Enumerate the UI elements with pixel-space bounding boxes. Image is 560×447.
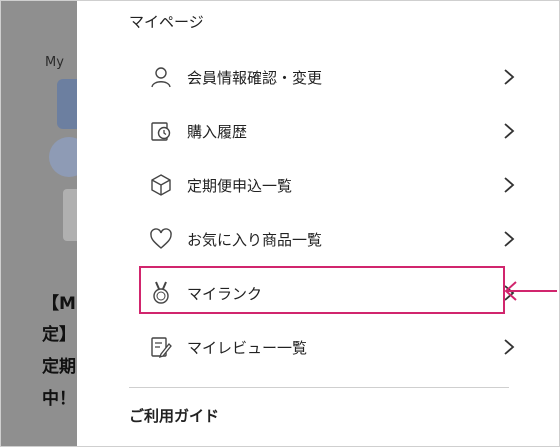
section-title-guide[interactable]: ご利用ガイド [129,405,219,426]
screenshot-frame: My 【M 定】 定期 中！ マイページ 会員情報確認・変更 購入履歴 定期便申… [0,0,560,447]
menu-item-my-reviews[interactable]: マイレビュー一覧 [129,327,519,367]
bg-text-line: 【M [42,294,76,314]
box-icon [151,174,171,196]
user-icon [151,67,171,88]
highlight-box [139,266,505,314]
menu-item-label: 購入履歴 [187,123,248,141]
review-icon [151,337,172,359]
drawer-menu: マイページ 会員情報確認・変更 購入履歴 定期便申込一覧 お気に入り商品一覧 マ… [77,1,559,446]
bg-text-line: 定期 [42,357,76,377]
purchase-history-icon [151,122,171,141]
heart-icon [150,228,172,249]
bg-text-line: 中！ [42,389,76,409]
page-overlay[interactable]: My 【M 定】 定期 中！ [1,1,77,446]
menu-item-subscription-list[interactable]: 定期便申込一覧 [129,165,519,205]
chevron-right-icon [504,339,515,355]
bg-text-line: 定】 [42,325,76,345]
divider [129,387,509,388]
menu-item-purchase-history[interactable]: 購入履歴 [129,111,519,151]
section-title-mypage: マイページ [129,13,204,31]
menu-item-label: 会員情報確認・変更 [187,69,323,87]
bg-product-image [57,79,77,129]
chevron-right-icon [504,231,515,247]
pointer-arrow-icon [504,281,557,301]
bg-label: My [45,55,64,70]
menu-item-label: マイレビュー一覧 [187,339,308,357]
bg-product-image [49,137,77,177]
menu-item-member-info[interactable]: 会員情報確認・変更 [129,57,519,97]
menu-item-favorites[interactable]: お気に入り商品一覧 [129,219,519,259]
menu-item-label: お気に入り商品一覧 [187,231,323,249]
chevron-right-icon [504,69,515,85]
chevron-right-icon [504,177,515,193]
chevron-right-icon [504,123,515,139]
menu-item-label: 定期便申込一覧 [187,177,293,195]
bg-product-image [63,189,77,241]
